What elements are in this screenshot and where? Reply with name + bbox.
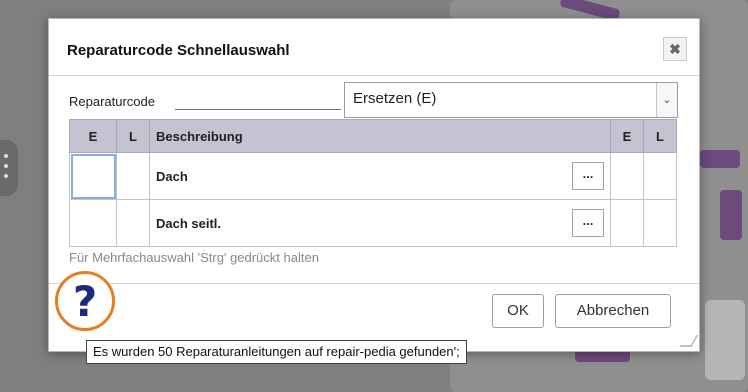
repair-description-table: E L Beschreibung E L Dach ... Dach seitl… [69,119,677,247]
header-divider [49,75,699,76]
cell-description[interactable]: Dach ... [149,152,611,200]
cell-l-right[interactable] [643,152,677,200]
multi-select-hint: Für Mehrfachauswahl 'Strg' gedrückt halt… [69,250,319,265]
table-row[interactable]: Dach seitl. ... [69,199,677,247]
dialog-title: Reparaturcode Schnellauswahl [67,42,290,59]
repair-code-selected-value: Ersetzen (E) [353,90,437,107]
cell-l[interactable] [116,152,150,200]
more-options-button[interactable]: ... [572,209,604,237]
question-mark-icon: ? [72,277,98,326]
row-description: Dach [156,168,188,184]
repair-code-label-line [175,109,341,110]
table-row[interactable]: Dach ... [69,152,677,200]
chevron-down-icon[interactable]: ⌄ [656,83,677,117]
cell-l-right[interactable] [643,199,677,247]
cell-e[interactable] [69,152,117,200]
column-header-l[interactable]: L [116,119,150,153]
help-icon[interactable]: ? [55,271,115,331]
footer-divider [49,283,699,284]
ok-button[interactable]: OK [492,294,544,328]
side-panel-handle[interactable] [0,140,18,196]
cell-e-right[interactable] [610,199,644,247]
more-options-button[interactable]: ... [572,162,604,190]
cancel-button[interactable]: Abbrechen [555,294,671,328]
row-description: Dach seitl. [156,215,222,231]
close-icon[interactable]: ✖ [663,37,687,61]
column-header-beschreibung[interactable]: Beschreibung [149,119,611,153]
repair-pedia-tooltip: Es wurden 50 Reparaturanleitungen auf re… [86,340,467,364]
cell-l[interactable] [116,199,150,247]
repair-code-label: Reparaturcode [69,94,155,109]
cell-e[interactable] [69,199,117,247]
cell-e-right[interactable] [610,152,644,200]
column-header-e-right[interactable]: E [610,119,644,153]
cell-description[interactable]: Dach seitl. ... [149,199,611,247]
resize-handle-icon[interactable] [679,335,699,347]
repair-code-select[interactable]: Ersetzen (E) ⌄ [344,82,678,118]
column-header-l-right[interactable]: L [643,119,677,153]
column-header-e[interactable]: E [69,119,117,153]
repair-code-quick-select-dialog: Reparaturcode Schnellauswahl ✖ Reparatur… [48,18,700,352]
